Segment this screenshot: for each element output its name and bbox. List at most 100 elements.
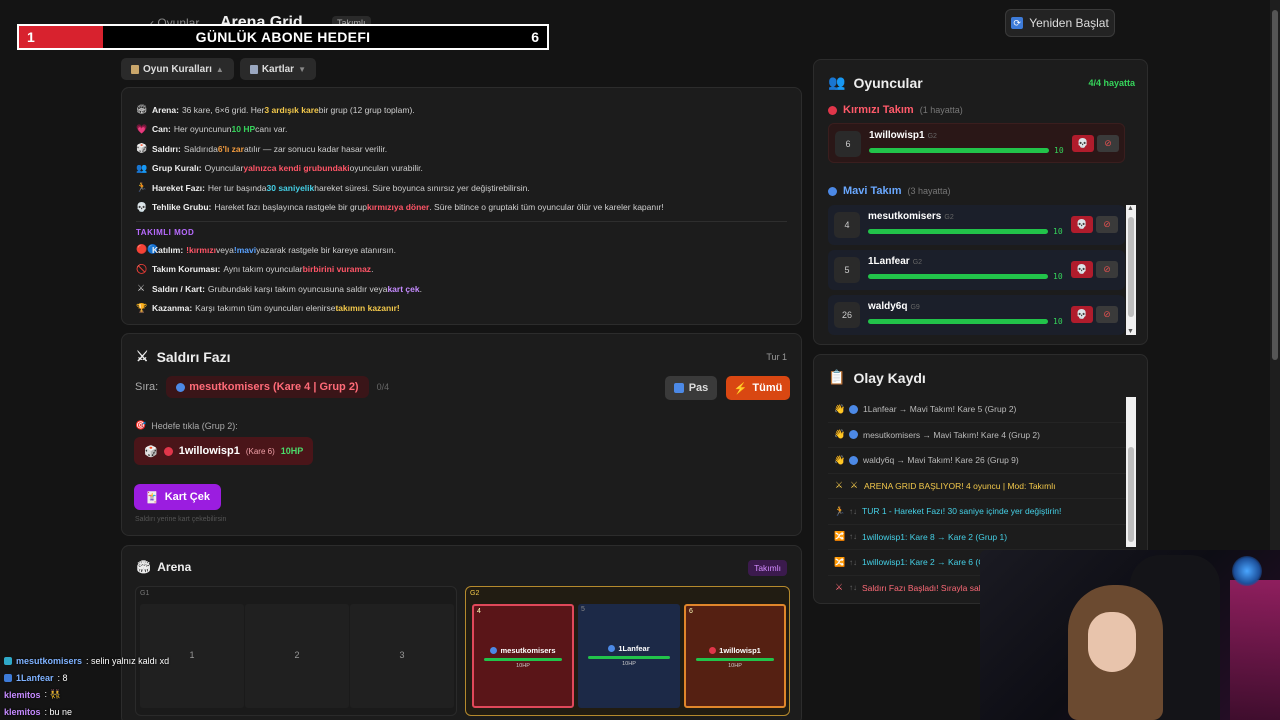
rule-text: Karşı takımın tüm oyuncuları elenirse (195, 303, 336, 314)
rule-text: canı var. (255, 124, 288, 135)
draw-card-label: Kart Çek (164, 491, 210, 503)
scrollbar-thumb[interactable] (1128, 217, 1134, 317)
rule-text: oyuncuları vurabilir. (349, 163, 423, 174)
scrollbar-thumb[interactable] (1128, 447, 1134, 542)
player-token-name: 1willowisp1 (686, 646, 784, 655)
chevron-up-icon: ▲ (215, 64, 224, 74)
group-2: G2 4 mesutkomisers 10HP 5 1Lanfear 10HP 6 1will… (465, 586, 790, 716)
hp-bar (869, 148, 1049, 153)
ban-button[interactable]: ⊘ (1096, 261, 1118, 278)
ban-icon: ⊘ (1103, 264, 1111, 274)
rule-item: 💗 Can: Her oyuncunun 10 HP canı var. (136, 120, 787, 140)
player-name: 1willowisp1 (719, 646, 761, 655)
turn-label: Sıra: (135, 381, 159, 393)
attack-title: Saldırı Fazı (156, 348, 231, 365)
turn-row: Sıra: mesutkomisers (Kare 4 | Grup 2) 0/… (135, 376, 389, 398)
ban-button[interactable]: ⊘ (1096, 306, 1118, 323)
rule-item: 🚫 Takım Koruması: Aynı takım oyuncular bir… (136, 260, 787, 280)
event-item: 🏃 ↑↓ TUR 1 - Hareket Fazı! 30 saniye içind… (828, 499, 1136, 525)
rule-text: kart çek (387, 283, 420, 294)
rule-text: 36 kare, 6×6 grid. Her (181, 104, 265, 115)
red-team-name: Kırmızı Takım (843, 104, 914, 116)
rule-text: Saldırıda (183, 143, 218, 154)
player-name: 1willowisp1 G2 (869, 130, 937, 141)
event-item: 👋 1Lanfear → Mavi Takım! Kare 5 (Grup 2) (828, 397, 1136, 423)
player-token: 1willowisp1 10HP (686, 646, 784, 669)
refresh-icon: ⟳ (1011, 17, 1024, 29)
blue-team-dot-icon (828, 186, 837, 196)
rule-icon: 🏆 (136, 302, 148, 313)
kill-button[interactable]: 💀 (1071, 306, 1093, 323)
player-group: G2 (927, 133, 937, 140)
ban-button[interactable]: ⊘ (1096, 216, 1118, 233)
kill-button[interactable]: 💀 (1071, 261, 1093, 278)
rule-icon: 🎲 (136, 143, 148, 154)
attack-phase-panel: ⚔ Saldırı Fazı Tur 1 Sıra: mesutkomisers… (121, 333, 802, 536)
divider (136, 221, 787, 222)
sub-goal-target: 6 (531, 29, 539, 45)
all-button[interactable]: ⚡ Tümü (726, 376, 790, 400)
arena-title: Arena (157, 560, 192, 574)
kill-button[interactable]: 💀 (1071, 216, 1093, 233)
chevron-down-icon: ▼ (298, 64, 306, 74)
tab-label: Kartlar (261, 63, 295, 75)
blue-team-list: 4 mesutkomisers G2 10 💀 ⊘ 5 1Lanfear G2 10 💀 ⊘ 26 wal… (828, 205, 1136, 335)
scroll-down-icon[interactable]: ▼ (1127, 328, 1134, 335)
people-icon: 👥 (828, 74, 846, 90)
chat-message: mesutkomisers: selin yalnız kaldı xd (0, 652, 345, 669)
rule-item: ⚔ Saldırı / Kart: Grubundaki karşı takım o… (136, 279, 787, 299)
player-square: 5 (834, 257, 860, 283)
arrows-icon: ↑↓ (849, 532, 857, 542)
rule-icon: ⚔ (136, 283, 146, 294)
rule-item: 🏟 Arena: 36 kare, 6×6 grid. Her 3 ardışık … (136, 100, 787, 120)
card-icon (249, 64, 258, 74)
webcam-light (1232, 556, 1262, 586)
rule-text: . Süre bitince o gruptaki tüm oyuncular … (429, 202, 664, 213)
hp-bar (695, 658, 775, 661)
target-player-button[interactable]: 🎲 1willowisp1 (Kare 6) 10HP (134, 437, 314, 465)
draw-card-button[interactable]: 🃏 Kart Çek (134, 484, 221, 510)
tab-label: Oyun Kuralları (143, 63, 212, 75)
hp-bar (483, 658, 563, 661)
restart-button[interactable]: ⟳ Yeniden Başlat (1005, 9, 1115, 37)
scroll-icon (131, 64, 139, 74)
skull-icon: 💀 (1076, 264, 1088, 274)
stadium-icon: 🏟 (136, 560, 152, 574)
swords-icon: ⚔ (136, 348, 149, 364)
player-name-text: waldy6q (868, 301, 908, 312)
event-text: 1Lanfear → Mavi Takım! Kare 5 (Grup 2) (863, 404, 1017, 415)
chat-text: : 👯 (44, 689, 61, 699)
kill-button[interactable]: 💀 (1072, 135, 1094, 152)
ban-button[interactable]: ⊘ (1097, 135, 1119, 152)
event-log-header: 📋 Olay Kaydı (828, 369, 1133, 386)
rule-text: Her tur başında (207, 182, 267, 193)
chat-text: : bu ne (44, 706, 73, 717)
chat-text: : selin yalnız kaldı xd (86, 655, 170, 666)
rule-icon: 🔴🔵 (136, 244, 159, 255)
player-row: 4 mesutkomisers G2 10 💀 ⊘ (828, 205, 1125, 245)
hp-bar (588, 656, 670, 659)
blue-list-scrollbar[interactable]: ▲ ▼ (1126, 205, 1136, 335)
event-scrollbar[interactable] (1126, 397, 1136, 547)
scroll-up-icon[interactable]: ▲ (1127, 205, 1134, 212)
tab-cards[interactable]: Kartlar ▼ (239, 58, 316, 80)
chat-message: 1Lanfear: 8 (0, 669, 345, 686)
rule-text: birbirini vuramaz (302, 264, 372, 275)
grid-cell-occupied[interactable]: 6 1willowisp1 10HP (684, 604, 786, 708)
page-scrollbar-thumb[interactable] (1272, 10, 1278, 360)
sub-goal-label: GÜNLÜK ABONE HEDEFI (195, 29, 371, 45)
arena-header: 🏟 Arena (136, 560, 787, 574)
cell-number: 4 (477, 608, 481, 615)
pass-button[interactable]: Pas (665, 376, 717, 400)
rule-text: Aynı takım oyuncular (223, 264, 303, 275)
mode-title: TAKIMLI MOD (136, 228, 195, 237)
player-token: 1Lanfear 10HP (578, 644, 680, 667)
rule-icon: 🚫 (136, 263, 148, 274)
grid-cell-occupied[interactable]: 5 1Lanfear 10HP (578, 604, 680, 708)
rule-text: !mavi (233, 244, 257, 255)
grid-cell-occupied[interactable]: 4 mesutkomisers 10HP (472, 604, 574, 708)
tab-game-rules[interactable]: Oyun Kuralları ▲ (121, 58, 234, 80)
grid-cell[interactable]: 3 (350, 604, 454, 708)
info-tabs: Oyun Kuralları ▲ Kartlar ▼ (121, 58, 316, 80)
target-icon: 🎯 (135, 420, 147, 430)
